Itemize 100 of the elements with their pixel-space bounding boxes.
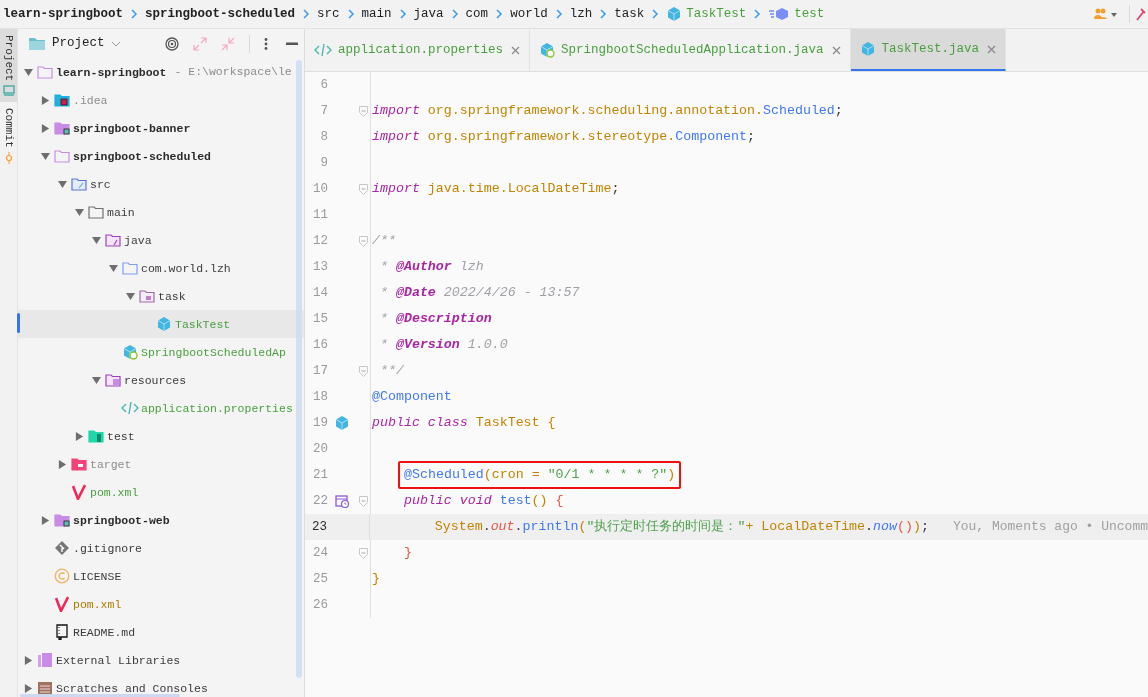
minimize-icon[interactable] xyxy=(286,41,298,46)
collapsed-arrow-icon[interactable] xyxy=(23,655,33,665)
expanded-arrow-icon[interactable] xyxy=(57,179,67,189)
fold-marker-icon[interactable] xyxy=(358,105,368,117)
tree-item[interactable]: java xyxy=(18,226,304,254)
tool-window-tab[interactable]: Commit xyxy=(0,102,17,170)
breadcrumb-item[interactable]: task xyxy=(614,4,645,24)
inline-blame: You, Moments ago • Uncomm xyxy=(952,518,1148,537)
breadcrumb-item[interactable]: springboot-scheduled xyxy=(145,4,296,24)
class-icon xyxy=(334,415,350,431)
tree-item[interactable]: springboot-web xyxy=(18,506,304,534)
tree-item-label: springboot-web xyxy=(73,513,170,527)
scratches-icon xyxy=(37,680,53,696)
fold-marker-icon[interactable] xyxy=(358,365,368,377)
tree-item[interactable]: main xyxy=(18,198,304,226)
chevron-icon xyxy=(753,9,762,19)
tree-item-label: SpringbootScheduledAp xyxy=(141,345,286,359)
tree-item[interactable]: pom.xml xyxy=(18,590,304,618)
breadcrumb-item[interactable]: src xyxy=(317,4,340,24)
more-icon[interactable] xyxy=(264,36,268,51)
class-icon xyxy=(666,6,683,22)
tree-item[interactable]: com.world.lzh xyxy=(18,254,304,282)
collapsed-arrow-icon[interactable] xyxy=(74,431,84,441)
fold-marker-icon[interactable] xyxy=(358,183,368,195)
close-icon[interactable] xyxy=(987,44,997,54)
folder-icon xyxy=(54,149,70,163)
project-path: - E:\workspace\le xyxy=(174,64,292,81)
tree-item[interactable]: task xyxy=(18,282,304,310)
tree-item-label: src xyxy=(90,177,111,191)
scrollbar[interactable] xyxy=(296,60,302,678)
chevron-icon xyxy=(599,9,608,19)
folder-icon xyxy=(88,205,104,219)
fold-marker-icon[interactable] xyxy=(358,495,368,507)
tree-item[interactable]: test xyxy=(18,422,304,450)
expanded-arrow-icon[interactable] xyxy=(74,207,84,217)
close-icon[interactable] xyxy=(831,45,841,55)
chevron-icon xyxy=(651,9,660,19)
expanded-arrow-icon[interactable] xyxy=(23,67,33,77)
tree-item-label: README.md xyxy=(73,625,136,639)
code-text: System.out.println("执行定时任务的时间是："+ LocalDateTime.now()); xyxy=(433,518,929,537)
line-number: 22 xyxy=(312,492,328,510)
package-icon xyxy=(139,289,155,303)
expanded-arrow-icon[interactable] xyxy=(125,291,135,301)
breadcrumb-item[interactable]: main xyxy=(361,4,392,24)
method-icon xyxy=(768,7,791,21)
tree-item[interactable]: Scratches and Consoles xyxy=(18,674,304,697)
close-icon[interactable] xyxy=(511,45,521,55)
breadcrumb-item[interactable]: java xyxy=(413,4,444,24)
expanded-arrow-icon[interactable] xyxy=(91,375,101,385)
line-number: 19 xyxy=(312,414,328,432)
idea-folder-icon xyxy=(54,93,70,107)
line-number: 23 xyxy=(310,518,327,536)
target-icon[interactable] xyxy=(165,36,179,51)
people-icon[interactable] xyxy=(1093,7,1119,21)
breadcrumb-item[interactable]: learn-springboot xyxy=(3,4,124,24)
line-number: 14 xyxy=(312,284,328,302)
tree-item[interactable]: learn-springboot - E:\workspace\le xyxy=(18,58,304,86)
fold-marker-icon[interactable] xyxy=(358,235,368,247)
tree-item[interactable]: LICENSE xyxy=(18,562,304,590)
collapsed-arrow-icon[interactable] xyxy=(57,459,67,469)
code-text: @Component xyxy=(372,388,452,407)
tree-item-label: pom.xml xyxy=(73,597,122,611)
chevron-icon xyxy=(495,9,504,19)
expanded-arrow-icon[interactable] xyxy=(40,151,50,161)
tree-item[interactable]: springboot-banner xyxy=(18,114,304,142)
breadcrumb-item[interactable]: com xyxy=(465,4,489,24)
line-number: 25 xyxy=(312,570,328,588)
expanded-arrow-icon[interactable] xyxy=(91,235,101,245)
tree-item-label: Scratches and Consoles xyxy=(56,681,208,695)
breadcrumb-item[interactable]: world xyxy=(510,4,548,24)
panel-title[interactable]: Project xyxy=(52,34,105,53)
tree-item[interactable]: springboot-scheduled xyxy=(18,142,304,170)
tree-item[interactable]: README.md xyxy=(18,618,304,646)
collapsed-arrow-icon[interactable] xyxy=(23,683,33,693)
horizontal-scrollbar[interactable] xyxy=(20,694,180,697)
line-number: 9 xyxy=(319,154,328,172)
line-number: 11 xyxy=(312,206,328,224)
line-number: 10 xyxy=(312,180,328,198)
tree-item[interactable]: resources xyxy=(18,366,304,394)
tree-item-label: main xyxy=(107,205,135,219)
tree-item[interactable]: src xyxy=(18,170,304,198)
expanded-arrow-icon[interactable] xyxy=(108,263,118,273)
tree-item[interactable]: External Libraries xyxy=(18,646,304,674)
code-text: import org.springframework.stereotype.Component; xyxy=(372,128,756,147)
collapsed-arrow-icon[interactable] xyxy=(40,123,50,133)
calendar-clock-icon[interactable] xyxy=(335,494,349,508)
dropdown-icon[interactable] xyxy=(110,39,121,48)
collapsed-arrow-icon[interactable] xyxy=(40,515,50,525)
code-text: * @Date 2022/4/26 - 13:57 xyxy=(378,284,580,303)
chevron-icon xyxy=(554,9,563,19)
fold-marker-icon[interactable] xyxy=(358,547,368,559)
tree-item-label: target xyxy=(90,457,132,471)
hammer-icon[interactable] xyxy=(1136,7,1146,21)
line-number: 20 xyxy=(312,440,328,458)
folder-icon xyxy=(28,36,46,51)
tool-window-tab[interactable]: Project xyxy=(0,29,17,103)
tree-item-label: resources xyxy=(124,373,187,387)
collapsed-arrow-icon[interactable] xyxy=(40,95,50,105)
tree-item[interactable]: .gitignore xyxy=(18,534,304,562)
breadcrumb-item[interactable]: lzh xyxy=(569,4,593,24)
